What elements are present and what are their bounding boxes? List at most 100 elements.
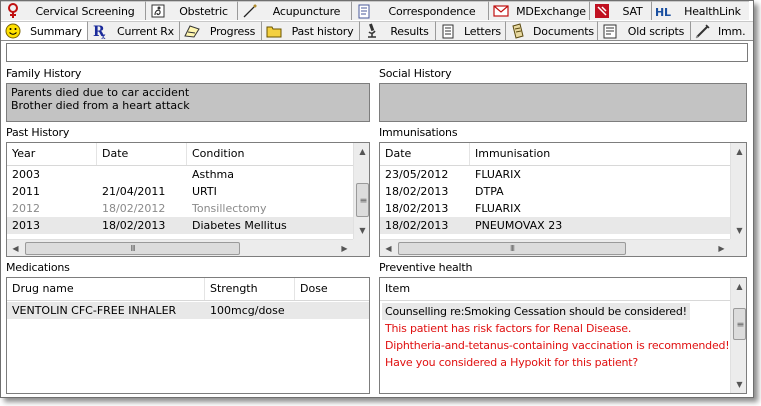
- preventive-item[interactable]: Counselling re:Smoking Cessation should …: [382, 303, 690, 320]
- preventive-item-warning[interactable]: Diphtheria-and-tetanus-containing vaccin…: [385, 337, 730, 354]
- rx-icon: Rx: [91, 23, 109, 39]
- grid-header: Year Date Condition: [7, 143, 353, 166]
- scroll-corner: [353, 239, 369, 256]
- scroll-grip: III: [130, 243, 135, 253]
- column-header-item[interactable]: Item: [380, 278, 730, 300]
- tab-results[interactable]: Results: [360, 21, 436, 40]
- table-row[interactable]: 2003 Asthma: [7, 166, 353, 183]
- scroll-up-arrow-icon[interactable]: ▲: [732, 144, 746, 159]
- tab-label: Old scripts: [627, 24, 685, 38]
- tab-letters[interactable]: Letters: [436, 21, 506, 40]
- svg-text:HL: HL: [655, 6, 671, 17]
- scroll-thumb[interactable]: III: [25, 242, 240, 255]
- scroll-thumb[interactable]: III: [733, 308, 746, 340]
- scroll-down-arrow-icon[interactable]: ▼: [732, 223, 746, 238]
- tab-correspondence[interactable]: Correspondence: [352, 1, 489, 20]
- column-header-date[interactable]: Date: [97, 143, 187, 165]
- tab-progress[interactable]: Progress: [180, 21, 262, 40]
- scroll-left-arrow-icon[interactable]: ◀: [381, 241, 396, 256]
- column-header-strength[interactable]: Strength: [205, 278, 295, 300]
- family-history-line: Brother died from a heart attack: [11, 99, 190, 112]
- scroll-thumb[interactable]: III: [356, 183, 369, 217]
- immunisations-title: Immunisations: [379, 126, 458, 139]
- tab-healthlink[interactable]: HL HealthLink: [652, 1, 749, 20]
- cell-drug-name: VENTOLIN CFC-FREE INHALER: [12, 304, 177, 317]
- cell-date: 18/02/2012: [102, 202, 166, 215]
- tab-label: Obstetric: [179, 4, 228, 18]
- scroll-up-arrow-icon[interactable]: ▲: [355, 144, 369, 159]
- tab-label: HealthLink: [684, 4, 741, 18]
- past-history-title: Past History: [6, 126, 70, 139]
- tab-label: Cervical Screening: [35, 4, 135, 18]
- past-history-grid: Year Date Condition 2003 Asthma 2011 21/…: [6, 142, 370, 257]
- tab-label: Summary: [30, 24, 82, 38]
- tab-immunisations[interactable]: Imm.: [691, 21, 753, 40]
- table-row[interactable]: 18/02/2013 FLUARIX: [380, 200, 730, 217]
- column-header-date[interactable]: Date: [380, 143, 470, 165]
- table-row-inactive[interactable]: 2012 18/02/2012 Tonsillectomy: [7, 200, 353, 217]
- table-row-selected[interactable]: 18/02/2013 PNEUMOVAX 23: [380, 217, 730, 234]
- medications-grid: Drug name Strength Dose VENTOLIN CFC-FRE…: [6, 277, 370, 394]
- tab-label: Past history: [291, 24, 354, 38]
- preventive-item-warning[interactable]: This patient has risk factors for Renal …: [385, 320, 631, 337]
- tab-past-history[interactable]: Past history: [262, 21, 360, 40]
- horizontal-scrollbar[interactable]: ◀ III ▶: [7, 239, 353, 256]
- column-header-immunisation[interactable]: Immunisation: [470, 143, 730, 165]
- tab-old-scripts[interactable]: Old scripts: [598, 21, 691, 40]
- preventive-health-title: Preventive health: [379, 261, 473, 274]
- tab-label: Letters: [464, 24, 501, 38]
- scroll-down-arrow-icon[interactable]: ▼: [355, 223, 369, 238]
- documents-icon: [509, 23, 527, 39]
- column-header-drug-name[interactable]: Drug name: [7, 278, 205, 300]
- scroll-down-arrow-icon[interactable]: ▼: [732, 377, 746, 392]
- social-history-memo[interactable]: [379, 83, 747, 122]
- scroll-right-arrow-icon[interactable]: ▶: [714, 241, 729, 256]
- grid-header: Date Immunisation: [380, 143, 730, 166]
- column-header-condition[interactable]: Condition: [187, 143, 353, 165]
- vertical-scrollbar[interactable]: ▲ ▼: [730, 143, 746, 239]
- svg-text:x: x: [101, 32, 106, 39]
- vertical-scrollbar[interactable]: ▲ III ▼: [353, 143, 369, 239]
- tab-summary[interactable]: Summary: [1, 21, 88, 40]
- envelope-icon: [492, 3, 510, 19]
- syringe-icon: [694, 23, 712, 39]
- cell-date: 18/02/2013: [385, 219, 449, 232]
- folder-icon: [265, 23, 283, 39]
- cell-condition: Diabetes Mellitus: [192, 219, 287, 232]
- tab-cervical-screening[interactable]: Cervical Screening: [1, 1, 146, 20]
- table-row[interactable]: 2011 21/04/2011 URTI: [7, 183, 353, 200]
- table-row-selected[interactable]: VENTOLIN CFC-FREE INHALER 100mcg/dose: [7, 302, 369, 319]
- tab-label: Results: [390, 24, 429, 38]
- tab-current-rx[interactable]: Rx Current Rx: [88, 21, 180, 40]
- grid-header: Drug name Strength Dose: [7, 278, 369, 301]
- grid-header: Item: [380, 278, 730, 301]
- cell-year: 2013: [12, 219, 40, 232]
- tab-label: Progress: [209, 24, 256, 38]
- table-row[interactable]: 23/05/2012 FLUARIX: [380, 166, 730, 183]
- horizontal-scrollbar[interactable]: ◀ III ▶: [380, 239, 730, 256]
- microscope-icon: [363, 23, 381, 39]
- command-input[interactable]: [6, 43, 748, 62]
- vertical-scrollbar[interactable]: ▲ III ▼: [730, 278, 746, 393]
- scroll-thumb[interactable]: III: [398, 242, 626, 255]
- tab-mdexchange[interactable]: MDExchange: [489, 1, 590, 20]
- table-row[interactable]: 18/02/2013 DTPA: [380, 183, 730, 200]
- scroll-corner: [730, 239, 746, 256]
- cell-date: 18/02/2013: [102, 219, 166, 232]
- tab-sat[interactable]: SAT: [590, 1, 652, 20]
- table-row-selected[interactable]: 2013 18/02/2013 Diabetes Mellitus: [7, 217, 353, 234]
- tab-label: Acupuncture: [272, 4, 341, 18]
- tab-obstetric[interactable]: Obstetric: [146, 1, 238, 20]
- patient-summary-window: Cervical Screening Obstetric Acupuncture…: [0, 0, 754, 398]
- column-header-dose[interactable]: Dose: [295, 278, 369, 300]
- family-history-memo[interactable]: Parents died due to car accident Brother…: [6, 83, 370, 122]
- scroll-up-arrow-icon[interactable]: ▲: [732, 279, 746, 294]
- tab-acupuncture[interactable]: Acupuncture: [238, 1, 352, 20]
- tab-label: SAT: [622, 4, 643, 18]
- scroll-left-arrow-icon[interactable]: ◀: [8, 241, 23, 256]
- tab-documents[interactable]: Documents: [506, 21, 598, 40]
- column-header-year[interactable]: Year: [7, 143, 97, 165]
- cell-year: 2012: [12, 202, 40, 215]
- preventive-item-warning[interactable]: Have you considered a Hypokit for this p…: [385, 354, 638, 371]
- scroll-right-arrow-icon[interactable]: ▶: [337, 241, 352, 256]
